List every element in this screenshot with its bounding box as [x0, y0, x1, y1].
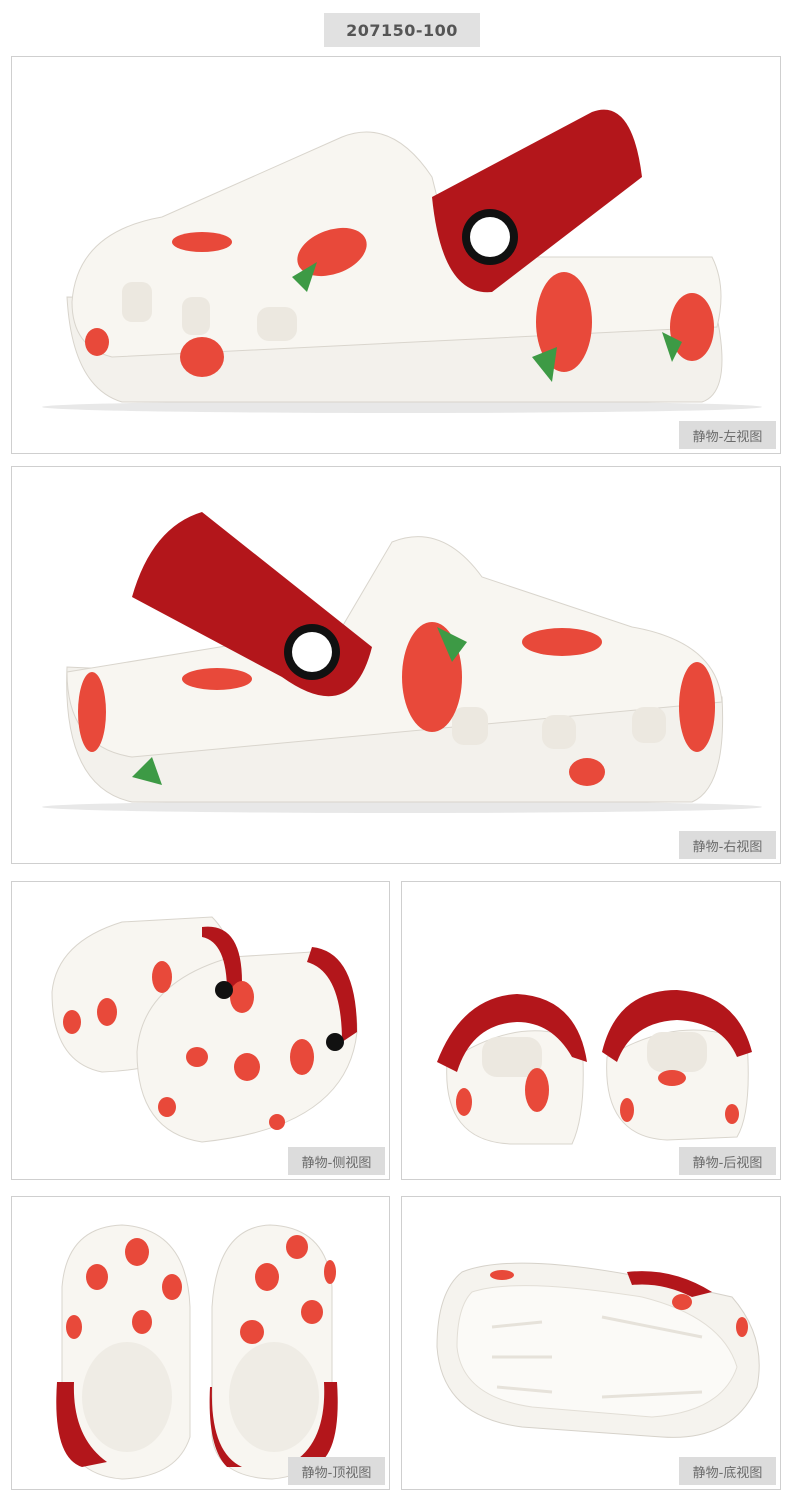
shoe-left-view-image: [42, 109, 762, 413]
view-panel-side: 静物-侧视图: [11, 881, 390, 1180]
view-panel-top: 静物-顶视图: [11, 1196, 390, 1490]
view-label-side: 静物-侧视图: [288, 1147, 385, 1175]
view-label-back: 静物-后视图: [679, 1147, 776, 1175]
view-panel-left: 静物-左视图: [11, 56, 781, 454]
view-panel-back: 静物-后视图: [401, 881, 781, 1180]
view-label-bottom: 静物-底视图: [679, 1457, 776, 1485]
view-label-top: 静物-顶视图: [288, 1457, 385, 1485]
view-panel-right: 静物-右视图: [11, 466, 781, 864]
shoe-pair-back-view-image: [437, 990, 752, 1145]
shoe-bottom-view-image: [436, 1262, 760, 1438]
shoe-pair-side-view-image: [51, 916, 358, 1143]
view-label-left: 静物-左视图: [679, 421, 776, 449]
shoe-right-view-image: [42, 512, 762, 813]
product-sku-label: 207150-100: [324, 13, 480, 47]
shoe-pair-top-view-image: [56, 1224, 338, 1480]
view-label-right: 静物-右视图: [679, 831, 776, 859]
view-panel-bottom: 静物-底视图: [401, 1196, 781, 1490]
